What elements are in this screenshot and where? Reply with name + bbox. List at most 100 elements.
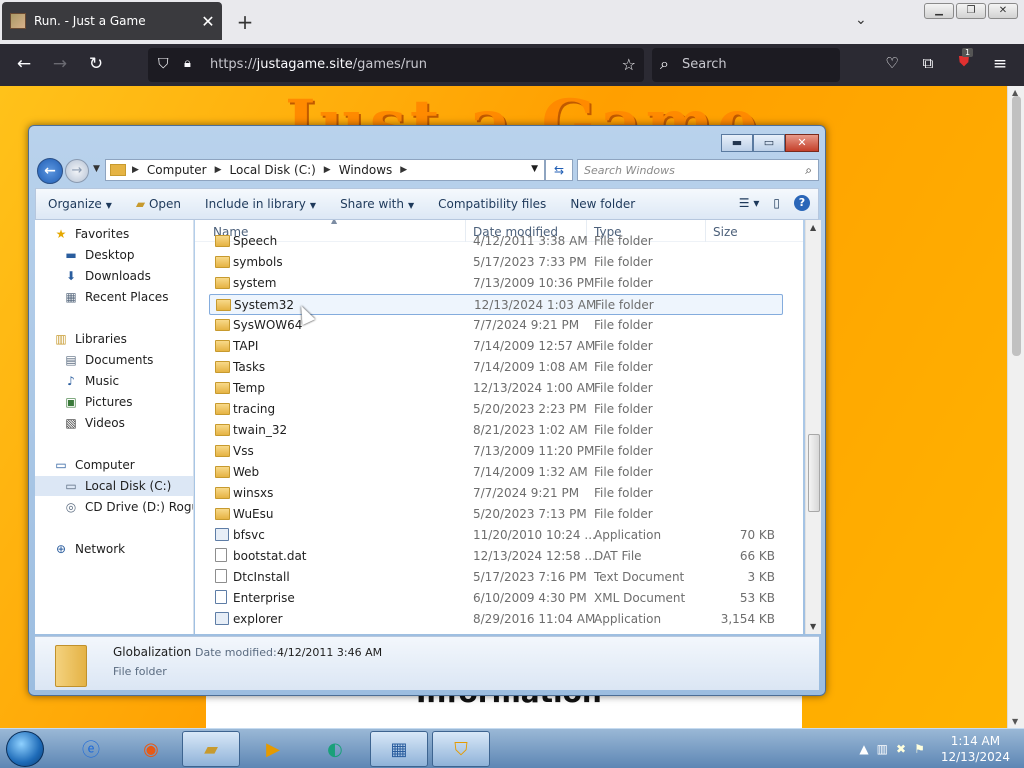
scroll-down-icon[interactable]: ▼ bbox=[810, 622, 816, 631]
table-row[interactable]: tracing 5/20/2023 2:23 PM File folder bbox=[209, 399, 783, 420]
scrollbar-thumb[interactable] bbox=[1012, 96, 1021, 356]
nav-desktop[interactable]: ▬ Desktop bbox=[63, 245, 134, 265]
scroll-up-icon[interactable]: ▲ bbox=[810, 223, 816, 232]
table-row[interactable]: twain_32 8/21/2023 1:02 AM File folder bbox=[209, 420, 783, 441]
start-button[interactable] bbox=[6, 731, 44, 767]
nav-local-disk[interactable]: ▭ Local Disk (C:) bbox=[35, 476, 193, 496]
action-center-icon[interactable]: ⚑ bbox=[914, 742, 925, 756]
include-in-library-button[interactable]: Include in library ▼ bbox=[193, 197, 328, 211]
address-bar[interactable]: ▶ Computer ▶ Local Disk (C:) ▶ Windows ▶… bbox=[105, 159, 545, 181]
file-name: Web bbox=[233, 465, 260, 479]
table-row[interactable]: Speech 4/12/2011 3:38 AM File folder bbox=[209, 231, 783, 252]
nav-favorites[interactable]: ★ Favorites bbox=[53, 224, 130, 244]
search-bar[interactable]: ⌕ Search bbox=[652, 48, 840, 82]
breadcrumb-local-disk[interactable]: Local Disk (C:) bbox=[230, 163, 316, 177]
table-row[interactable]: DtcInstall 5/17/2023 7:16 PM Text Document… bbox=[209, 567, 783, 588]
new-tab-button[interactable]: + bbox=[234, 10, 256, 34]
lock-icon[interactable]: 🔒︎ bbox=[184, 56, 191, 71]
table-row[interactable]: Vss 7/13/2009 11:20 PM File folder bbox=[209, 441, 783, 462]
nav-music[interactable]: ♪ Music bbox=[63, 371, 119, 391]
table-row[interactable]: System32 12/13/2024 1:03 AM File folder bbox=[209, 294, 783, 315]
search-icon[interactable]: ⌕ bbox=[805, 163, 812, 178]
page-scrollbar[interactable]: ▲ ▼ bbox=[1007, 86, 1024, 728]
firefox-icon[interactable]: ◉ bbox=[122, 731, 180, 767]
file-type: File folder bbox=[594, 339, 653, 353]
table-row[interactable]: Web 7/14/2009 1:32 AM File folder bbox=[209, 462, 783, 483]
help-icon[interactable]: ? bbox=[794, 195, 810, 211]
file-list-scroll-thumb[interactable] bbox=[808, 434, 820, 512]
table-row[interactable]: explorer 8/29/2016 11:04 AM Application 3,1… bbox=[209, 609, 783, 630]
search-placeholder: Search bbox=[682, 57, 727, 72]
reload-icon[interactable]: ↻ bbox=[84, 54, 108, 74]
table-row[interactable]: bfsvc 11/20/2010 10:24 ... Application 70 K… bbox=[209, 525, 783, 546]
compatibility-files-button[interactable]: Compatibility files bbox=[426, 197, 558, 211]
nav-pictures[interactable]: ▣ Pictures bbox=[63, 392, 132, 412]
tracking-protection-icon[interactable]: ⛉ bbox=[158, 56, 169, 72]
back-icon[interactable]: ← bbox=[12, 54, 36, 74]
app-green-icon[interactable]: ◐ bbox=[306, 731, 364, 767]
forward-icon[interactable]: → bbox=[48, 54, 72, 74]
network-tray-icon[interactable]: ▥ bbox=[877, 742, 888, 756]
table-row[interactable]: Enterprise 6/10/2009 4:30 PM XML Document 5… bbox=[209, 588, 783, 609]
extensions-icon[interactable]: ⧉ bbox=[916, 54, 940, 72]
scroll-down-icon[interactable]: ▼ bbox=[1012, 717, 1018, 726]
minimize-button[interactable]: ▁ bbox=[924, 3, 954, 19]
organize-button[interactable]: Organize ▼ bbox=[36, 197, 124, 211]
nav-network[interactable]: ⊕ Network bbox=[53, 539, 125, 559]
table-row[interactable]: bootstat.dat 12/13/2024 12:58 ... DAT File… bbox=[209, 546, 783, 567]
internet-explorer-icon[interactable]: ⓔ bbox=[62, 731, 120, 767]
explorer-back-button[interactable]: ← bbox=[37, 158, 63, 184]
table-row[interactable]: system 7/13/2009 10:36 PM File folder bbox=[209, 273, 783, 294]
url-bar[interactable]: ⛉ 🔒︎ https://justagame.site/games/run ☆ bbox=[148, 48, 644, 82]
table-row[interactable]: winsxs 7/7/2024 9:21 PM File folder bbox=[209, 483, 783, 504]
breadcrumb-computer[interactable]: Computer bbox=[147, 163, 207, 177]
file-explorer-icon[interactable]: ▰ bbox=[182, 731, 240, 767]
explorer-search-input[interactable]: Search Windows ⌕ bbox=[577, 159, 819, 181]
volume-muted-icon[interactable]: ✖ bbox=[896, 742, 906, 756]
table-row[interactable]: WuEsu 5/20/2023 7:13 PM File folder bbox=[209, 504, 783, 525]
history-dropdown-icon[interactable]: ▼ bbox=[93, 164, 100, 174]
browser-tab[interactable]: Run. - Just a Game ✕ bbox=[2, 2, 222, 40]
table-row[interactable]: Tasks 7/14/2009 1:08 AM File folder bbox=[209, 357, 783, 378]
nav-libraries[interactable]: ▥ Libraries bbox=[53, 329, 127, 349]
file-list-scrollbar[interactable]: ▲ ▼ bbox=[805, 220, 821, 634]
restore-button[interactable]: ❐ bbox=[956, 3, 986, 19]
table-row[interactable]: symbols 5/17/2023 7:33 PM File folder bbox=[209, 252, 783, 273]
new-folder-button[interactable]: New folder bbox=[558, 197, 647, 211]
explorer-forward-button[interactable]: → bbox=[65, 159, 89, 183]
menu-icon[interactable]: ≡ bbox=[988, 54, 1012, 74]
breadcrumb-windows[interactable]: Windows bbox=[339, 163, 393, 177]
shield-app-icon[interactable]: ⛉ bbox=[432, 731, 490, 767]
address-dropdown-icon[interactable]: ▼ bbox=[531, 164, 538, 174]
breadcrumb-separator[interactable]: ▶ bbox=[400, 165, 407, 175]
share-with-button[interactable]: Share with ▼ bbox=[328, 197, 426, 211]
clock[interactable]: 1:14 AM 12/13/2024 bbox=[941, 733, 1010, 765]
close-tab-icon[interactable]: ✕ bbox=[198, 12, 218, 31]
nav-documents[interactable]: ▤ Documents bbox=[63, 350, 153, 370]
breadcrumb-separator[interactable]: ▶ bbox=[215, 165, 222, 175]
close-window-button[interactable]: ✕ bbox=[988, 3, 1018, 19]
url-text[interactable]: https://justagame.site/games/run bbox=[210, 57, 427, 72]
list-all-tabs-icon[interactable]: ⌄ bbox=[855, 12, 867, 28]
nav-computer[interactable]: ▭ Computer bbox=[53, 455, 134, 475]
breadcrumb-separator[interactable]: ▶ bbox=[324, 165, 331, 175]
table-row[interactable]: SysWOW64 7/7/2024 9:21 PM File folder bbox=[209, 315, 783, 336]
media-player-icon[interactable]: ▶ bbox=[244, 731, 302, 767]
preview-pane-icon[interactable]: ▯ bbox=[773, 196, 780, 210]
table-row[interactable]: TAPI 7/14/2009 12:57 AM File folder bbox=[209, 336, 783, 357]
show-hidden-icons[interactable]: ▲ bbox=[859, 742, 868, 756]
nav-cd-drive[interactable]: ◎CD Drive (D:) Rogue bbox=[63, 497, 193, 517]
open-button[interactable]: ▰ Open bbox=[124, 197, 193, 211]
bookmark-star-icon[interactable]: ☆ bbox=[622, 55, 636, 74]
view-options-icon[interactable]: ☰ ▾ bbox=[739, 196, 760, 210]
explorer-minimize-button[interactable]: ▬ bbox=[721, 134, 753, 152]
nav-recent-places[interactable]: ▦ Recent Places bbox=[63, 287, 168, 307]
table-row[interactable]: Temp 12/13/2024 1:00 AM File folder bbox=[209, 378, 783, 399]
pocket-icon[interactable]: ♡ bbox=[880, 54, 904, 72]
nav-downloads[interactable]: ⬇ Downloads bbox=[63, 266, 151, 286]
control-panel-icon[interactable]: ▦ bbox=[370, 731, 428, 767]
explorer-close-button[interactable]: ✕ bbox=[785, 134, 819, 152]
nav-videos[interactable]: ▧ Videos bbox=[63, 413, 125, 433]
refresh-button[interactable]: ⇆ bbox=[545, 159, 573, 181]
explorer-maximize-button[interactable]: ▭ bbox=[753, 134, 785, 152]
